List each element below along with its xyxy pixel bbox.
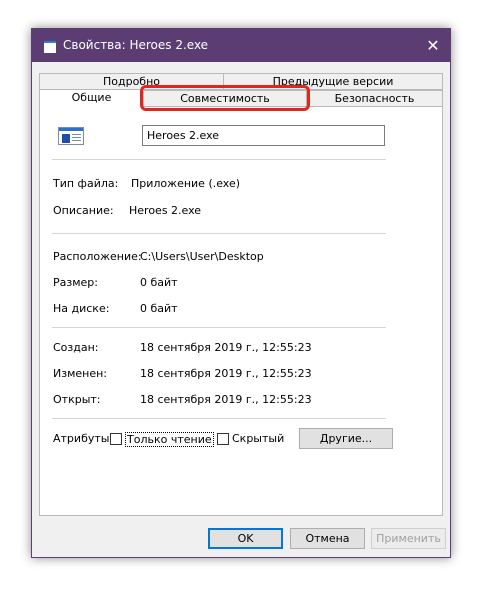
created-value: 18 сентября 2019 г., 12:55:23: [140, 341, 312, 354]
modified-value: 18 сентября 2019 г., 12:55:23: [140, 367, 312, 380]
readonly-checkbox-label[interactable]: Только чтение: [125, 432, 214, 447]
ok-button[interactable]: OK: [208, 528, 283, 549]
created-label: Создан:: [53, 341, 99, 354]
file-type-label: Тип файла:: [53, 177, 119, 190]
description-value: Heroes 2.exe: [129, 204, 202, 217]
location-label: Расположение:: [53, 250, 142, 263]
cancel-button-label: Отмена: [305, 532, 350, 545]
title-bar[interactable]: Свойства: Heroes 2.exe ✕: [32, 29, 450, 62]
window-title: Свойства: Heroes 2.exe: [63, 38, 209, 52]
hidden-checkbox-label[interactable]: Скрытый: [232, 432, 284, 445]
general-tab-panel: Тип файла: Приложение (.exe) Описание: H…: [39, 106, 443, 516]
tab-security[interactable]: Безопасность: [306, 90, 443, 107]
readonly-checkbox[interactable]: [110, 433, 122, 445]
application-file-icon: [58, 127, 84, 145]
location-value: C:\Users\User\Desktop: [140, 250, 264, 263]
tab-security-label: Безопасность: [334, 92, 415, 105]
attributes-label: Атрибуты:: [53, 432, 114, 445]
close-icon: ✕: [426, 36, 440, 55]
apply-button[interactable]: Применить: [371, 528, 446, 549]
file-type-value: Приложение (.exe): [131, 177, 241, 190]
close-button[interactable]: ✕: [416, 29, 450, 62]
cancel-button[interactable]: Отмена: [290, 528, 365, 549]
separator: [52, 159, 386, 160]
separator: [52, 327, 386, 328]
window-icon: [44, 41, 56, 53]
opened-value: 18 сентября 2019 г., 12:55:23: [140, 393, 312, 406]
separator: [52, 233, 386, 234]
compatibility-tab-highlight: [140, 85, 310, 111]
hidden-checkbox[interactable]: [217, 433, 229, 445]
size-on-disk-label: На диске:: [53, 302, 110, 315]
description-label: Описание:: [53, 204, 114, 217]
modified-label: Изменен:: [53, 367, 108, 380]
file-name-input[interactable]: [142, 125, 385, 146]
size-on-disk-value: 0 байт: [140, 302, 178, 315]
properties-dialog: Свойства: Heroes 2.exe ✕ Подробно Предыд…: [31, 28, 451, 558]
separator: [52, 418, 386, 419]
other-attributes-button-label: Другие...: [319, 432, 373, 445]
tab-general[interactable]: Общие: [39, 89, 144, 107]
size-value: 0 байт: [140, 276, 178, 289]
opened-label: Открыт:: [53, 393, 101, 406]
apply-button-label: Применить: [376, 532, 441, 545]
tab-general-label: Общие: [71, 91, 112, 104]
ok-button-label: OK: [237, 532, 254, 545]
size-label: Размер:: [53, 276, 98, 289]
other-attributes-button[interactable]: Другие...: [299, 428, 393, 449]
